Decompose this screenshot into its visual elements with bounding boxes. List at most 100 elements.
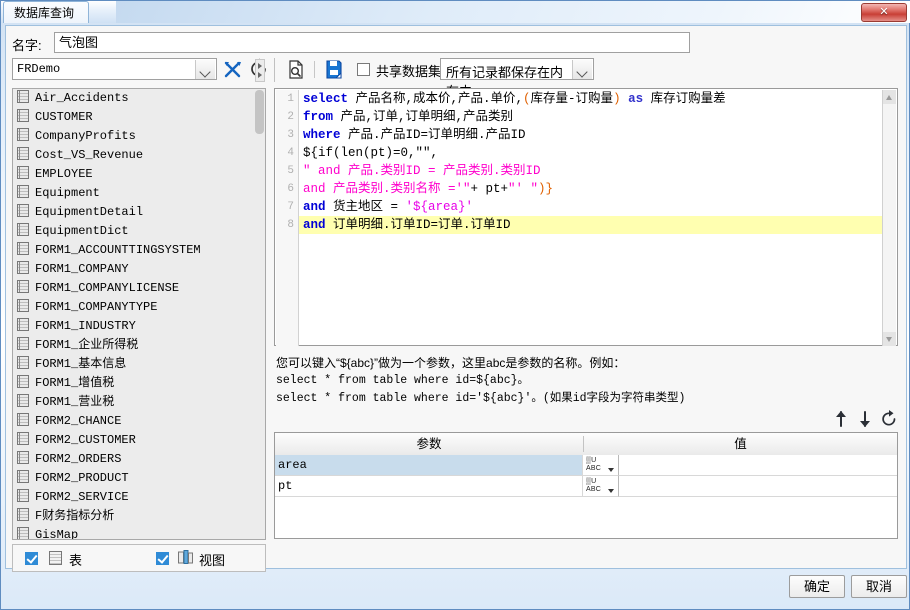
help-line-2: select * from table where id=${abc}。 bbox=[276, 372, 896, 390]
table-icon bbox=[17, 90, 29, 103]
preview-button[interactable] bbox=[284, 58, 308, 81]
code-line[interactable]: ${if(len(pt)=0,"", bbox=[299, 144, 885, 162]
code-token: ) bbox=[613, 92, 621, 106]
line-number-gutter: 12345678 bbox=[276, 90, 299, 346]
code-token: and 产品类别.类别名称 ='" bbox=[303, 182, 471, 196]
code-line[interactable]: where 产品.产品ID=订单明细.产品ID bbox=[299, 126, 885, 144]
list-item-label: FORM2_CHANCE bbox=[35, 414, 121, 428]
wrench-icon bbox=[220, 58, 246, 81]
sql-editor[interactable]: 12345678 select 产品名称,成本价,产品.单价,(库存量-订购量)… bbox=[274, 88, 898, 346]
table-list-scrollbar[interactable] bbox=[255, 90, 264, 538]
code-line[interactable]: " and 产品.类别ID = 产品类别.类别ID bbox=[299, 162, 885, 180]
param-type-cell[interactable]: ▒UABC bbox=[583, 455, 619, 476]
database-query-window: 数据库查询 ✕ 名字: 气泡图 FRDemo bbox=[0, 0, 910, 610]
list-item[interactable]: CompanyProfits bbox=[13, 127, 265, 146]
editor-scrollbar[interactable] bbox=[882, 90, 896, 346]
param-name-cell[interactable]: pt bbox=[275, 476, 583, 497]
chevron-down-icon[interactable] bbox=[572, 60, 592, 79]
refresh-params-button[interactable] bbox=[880, 410, 898, 431]
filter-table-label: 表 bbox=[69, 550, 82, 569]
storage-mode-combo[interactable]: 所有记录都保存在内存中 bbox=[440, 58, 594, 80]
table-icon bbox=[17, 280, 29, 293]
window-tab[interactable]: 数据库查询 bbox=[3, 1, 89, 23]
code-token: 订单明细.订单ID=订单.订单ID bbox=[326, 218, 511, 232]
list-item[interactable]: FORM1_COMPANY bbox=[13, 260, 265, 279]
list-item[interactable]: GisMap bbox=[13, 526, 265, 539]
list-item[interactable]: EquipmentDetail bbox=[13, 203, 265, 222]
list-item[interactable]: CUSTOMER bbox=[13, 108, 265, 127]
list-item[interactable]: FORM1_COMPANYTYPE bbox=[13, 298, 265, 317]
refresh-icon bbox=[880, 410, 898, 428]
list-item[interactable]: Cost_VS_Revenue bbox=[13, 146, 265, 165]
table-row[interactable]: pt▒UABC bbox=[275, 476, 897, 497]
name-input[interactable]: 气泡图 bbox=[54, 32, 690, 53]
list-item-label: FORM1_INDUSTRY bbox=[35, 319, 136, 333]
chevron-down-icon[interactable] bbox=[608, 468, 614, 472]
code-line[interactable]: and 货主地区 = '${area}' bbox=[299, 198, 885, 216]
table-icon bbox=[17, 223, 29, 236]
shared-dataset-checkbox[interactable] bbox=[357, 63, 370, 76]
chevron-down-icon[interactable] bbox=[195, 60, 215, 79]
table-list-scroll-thumb[interactable] bbox=[255, 90, 264, 134]
scroll-down-icon[interactable] bbox=[883, 332, 896, 346]
list-item[interactable]: FORM1_营业税 bbox=[13, 393, 265, 412]
param-value-cell[interactable] bbox=[619, 455, 897, 476]
table-list[interactable]: Air_Accidents CUSTOMER CompanyProfitsCost_… bbox=[13, 89, 265, 539]
list-item[interactable]: Equipment bbox=[13, 184, 265, 203]
list-item[interactable]: FORM2_CHANCE bbox=[13, 412, 265, 431]
table-icon bbox=[17, 299, 29, 312]
move-down-button[interactable] bbox=[856, 410, 874, 431]
param-type-cell[interactable]: ▒UABC bbox=[583, 476, 619, 497]
list-item-label: GisMap bbox=[35, 528, 78, 539]
list-item[interactable]: Air_Accidents bbox=[13, 89, 265, 108]
abc-type-icon: ▒UABC bbox=[586, 457, 601, 472]
list-item[interactable]: FORM1_COMPANYLICENSE bbox=[13, 279, 265, 298]
cancel-button[interactable]: 取消 bbox=[851, 575, 907, 598]
table-icon bbox=[17, 261, 29, 274]
code-line[interactable]: from 产品,订单,订单明细,产品类别 bbox=[299, 108, 885, 126]
code-line[interactable]: select 产品名称,成本价,产品.单价,(库存量-订购量) as 库存订购量… bbox=[299, 90, 885, 108]
filter-view-label: 视图 bbox=[199, 550, 225, 569]
save-button[interactable] bbox=[322, 58, 346, 81]
table-icon bbox=[17, 356, 29, 369]
filter-view-checkbox[interactable] bbox=[156, 552, 169, 565]
parameter-table-header: 参数 值 bbox=[275, 433, 897, 456]
tools-button[interactable] bbox=[220, 58, 246, 81]
code-token: 库存订购量差 bbox=[643, 92, 726, 106]
list-item[interactable]: FORM2_CUSTOMER bbox=[13, 431, 265, 450]
list-item[interactable]: FORM1_基本信息 bbox=[13, 355, 265, 374]
code-token: 产品,订单,订单明细,产品类别 bbox=[333, 110, 513, 124]
list-item[interactable]: FORM2_PRODUCT bbox=[13, 469, 265, 488]
param-value-cell[interactable] bbox=[619, 476, 897, 497]
list-item[interactable]: FORM2_ORDERS bbox=[13, 450, 265, 469]
scroll-up-icon[interactable] bbox=[883, 90, 896, 104]
list-item-label: FORM1_COMPANYLICENSE bbox=[35, 281, 179, 295]
list-item-label: CUSTOMER bbox=[35, 110, 93, 124]
list-item[interactable]: FORM1_INDUSTRY bbox=[13, 317, 265, 336]
parameter-toolbar bbox=[832, 410, 898, 430]
list-item[interactable]: FORM1_企业所得税 bbox=[13, 336, 265, 355]
list-item[interactable]: EMPLOYEE bbox=[13, 165, 265, 184]
list-item[interactable]: FORM2_SERVICE bbox=[13, 488, 265, 507]
move-up-button[interactable] bbox=[832, 410, 850, 431]
param-name-cell[interactable]: area bbox=[275, 455, 583, 476]
connection-combo[interactable]: FRDemo bbox=[12, 58, 217, 80]
filter-table-checkbox[interactable] bbox=[25, 552, 38, 565]
list-item[interactable]: FORM1_增值税 bbox=[13, 374, 265, 393]
ok-button[interactable]: 确定 bbox=[789, 575, 845, 598]
parameter-table[interactable]: 参数 值 area▒UABCpt▒UABC bbox=[274, 432, 898, 539]
code-line[interactable]: and 产品类别.类别名称 ='"+ pt+"' ")} bbox=[299, 180, 885, 198]
chevron-down-icon[interactable] bbox=[608, 489, 614, 493]
list-item[interactable]: EquipmentDict bbox=[13, 222, 265, 241]
list-item[interactable]: FORM1_ACCOUNTTINGSYSTEM bbox=[13, 241, 265, 260]
sql-code-area[interactable]: select 产品名称,成本价,产品.单价,(库存量-订购量) as 库存订购量… bbox=[299, 90, 885, 346]
code-line[interactable]: and 订单明细.订单ID=订单.订单ID bbox=[299, 216, 885, 234]
toolbar-overflow-icon[interactable] bbox=[255, 59, 265, 82]
connection-combo-value: FRDemo bbox=[17, 62, 60, 76]
table-row[interactable]: area▒UABC bbox=[275, 455, 897, 476]
close-icon[interactable]: ✕ bbox=[861, 3, 907, 22]
name-label: 名字: bbox=[12, 35, 42, 54]
table-icon bbox=[17, 375, 29, 388]
shared-dataset-label: 共享数据集 bbox=[376, 61, 441, 80]
list-item[interactable]: F财务指标分析 bbox=[13, 507, 265, 526]
